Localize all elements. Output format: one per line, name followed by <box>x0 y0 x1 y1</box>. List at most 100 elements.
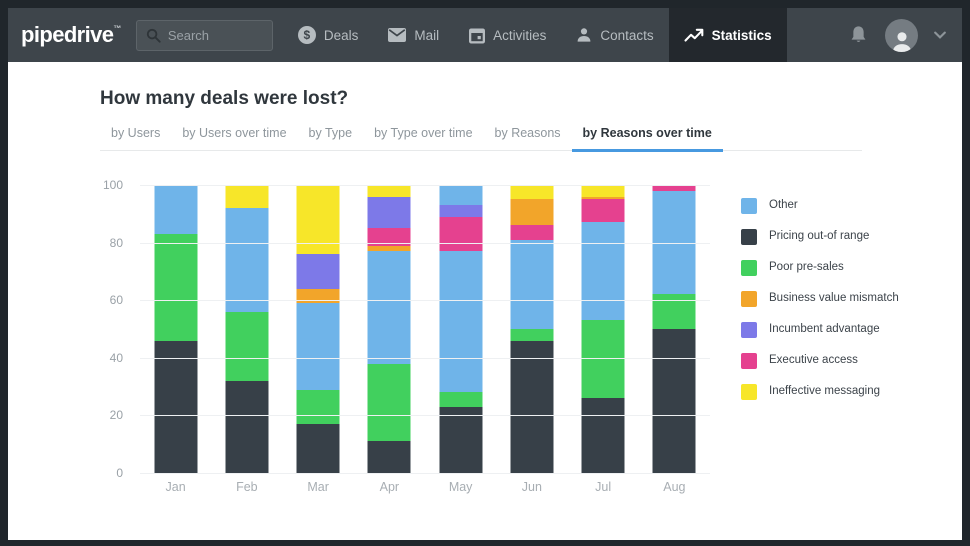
x-tick-label: Jul <box>595 480 612 494</box>
bar-segment-pricing[interactable] <box>652 329 696 473</box>
search-input[interactable] <box>167 27 258 43</box>
legend-item-other[interactable]: Other <box>741 198 919 214</box>
tab-by-type-over-time[interactable]: by Type over time <box>363 119 483 152</box>
stacked-bar-feb <box>225 185 269 473</box>
bar-segment-executive[interactable] <box>439 216 483 252</box>
nav-item-label: Deals <box>323 27 359 43</box>
tab-by-type[interactable]: by Type <box>298 119 364 152</box>
search-box[interactable] <box>135 19 273 51</box>
bar-segment-pricing[interactable] <box>367 441 411 473</box>
legend-item-business[interactable]: Business value mismatch <box>741 291 919 307</box>
gridline <box>140 357 710 359</box>
y-tick-label: 80 <box>109 235 123 250</box>
avatar[interactable] <box>885 18 918 52</box>
calendar-icon <box>469 27 486 44</box>
legend-label: Poor pre-sales <box>769 261 844 273</box>
x-axis: Jan Feb Mar Apr May Jun Jul Aug <box>140 480 710 494</box>
main-navigation: $ Deals Mail Activities Contacts Statistics <box>283 8 787 62</box>
y-tick-label: 20 <box>109 408 123 423</box>
legend-item-ineffective[interactable]: Ineffective messaging <box>741 384 919 400</box>
nav-item-label: Mail <box>414 27 440 43</box>
legend-label: Pricing out-of range <box>769 230 870 242</box>
bar-segment-poor[interactable] <box>367 363 411 442</box>
stacked-bar-jul <box>581 185 625 473</box>
main-content: How many deals were lost? by Users by Use… <box>8 62 962 540</box>
nav-item-statistics[interactable]: Statistics <box>668 8 787 62</box>
trademark-mark: ™ <box>113 24 121 33</box>
bar-segment-other[interactable] <box>367 251 411 364</box>
bar-segment-ineffective[interactable] <box>367 185 411 197</box>
nav-item-mail[interactable]: Mail <box>373 8 454 62</box>
bar-segment-pricing[interactable] <box>225 380 269 473</box>
chart-legend: Other Pricing out-of range Poor pre-sales B… <box>741 198 919 415</box>
legend-swatch-executive <box>741 353 757 369</box>
tab-by-reasons-over-time[interactable]: by Reasons over time <box>571 119 723 152</box>
bar-segment-executive[interactable] <box>510 225 554 240</box>
bar-segment-pricing[interactable] <box>296 424 340 473</box>
bar-segment-other[interactable] <box>581 222 625 321</box>
bar-segment-executive[interactable] <box>581 199 625 223</box>
mail-icon <box>388 28 407 42</box>
stacked-bar-jun <box>510 185 554 473</box>
tab-by-users[interactable]: by Users <box>100 119 171 152</box>
stacked-bar-aug <box>652 185 696 473</box>
gridline <box>140 300 710 302</box>
bar-segment-ineffective[interactable] <box>225 185 269 209</box>
app-window: pipedrive™ $ Deals Mail Activities Contacts S… <box>8 8 962 540</box>
bar-segment-other[interactable] <box>439 185 483 206</box>
legend-item-pricing[interactable]: Pricing out-of range <box>741 229 919 245</box>
nav-item-deals[interactable]: $ Deals <box>283 8 374 62</box>
bar-segment-poor[interactable] <box>581 320 625 399</box>
legend-swatch-business <box>741 291 757 307</box>
bell-icon[interactable] <box>848 24 869 46</box>
nav-item-label: Contacts <box>600 27 654 43</box>
bar-slot-feb <box>211 185 282 473</box>
bar-segment-other[interactable] <box>510 239 554 330</box>
y-tick-label: 100 <box>102 178 123 192</box>
bar-segment-other[interactable] <box>296 303 340 390</box>
bar-segment-pricing[interactable] <box>439 406 483 473</box>
bar-segment-ineffective[interactable] <box>510 185 554 200</box>
legend-item-executive[interactable]: Executive access <box>741 353 919 369</box>
gridline <box>140 242 710 244</box>
bar-series <box>140 185 710 473</box>
tab-by-users-over-time[interactable]: by Users over time <box>171 119 297 152</box>
legend-item-poor[interactable]: Poor pre-sales <box>741 260 919 276</box>
trend-icon <box>684 28 704 43</box>
stacked-bar-apr <box>367 185 411 473</box>
chevron-down-icon[interactable] <box>934 31 946 39</box>
legend-label: Ineffective messaging <box>769 385 881 397</box>
tab-by-reasons[interactable]: by Reasons <box>484 119 572 152</box>
bar-segment-poor[interactable] <box>225 311 269 381</box>
bar-segment-business[interactable] <box>510 199 554 226</box>
bar-segment-ineffective[interactable] <box>296 185 340 255</box>
legend-item-incumbent[interactable]: Incumbent advantage <box>741 322 919 338</box>
bar-segment-incumbent[interactable] <box>439 205 483 217</box>
bar-segment-other[interactable] <box>225 208 269 312</box>
legend-label: Other <box>769 199 798 211</box>
bar-segment-poor[interactable] <box>510 329 554 341</box>
nav-item-label: Statistics <box>711 27 772 43</box>
bar-segment-ineffective[interactable] <box>581 185 625 197</box>
bar-slot-jun <box>496 185 567 473</box>
bar-segment-pricing[interactable] <box>581 398 625 473</box>
page-title: How many deals were lost? <box>100 88 349 109</box>
bar-segment-pricing[interactable] <box>510 340 554 473</box>
x-tick-label: Jun <box>521 480 542 494</box>
bar-slot-aug <box>639 185 710 473</box>
bar-segment-other[interactable] <box>154 185 198 234</box>
bar-segment-poor[interactable] <box>154 233 198 341</box>
bar-segment-incumbent[interactable] <box>296 254 340 289</box>
gridline <box>140 473 710 474</box>
contact-icon <box>576 27 592 43</box>
bar-segment-incumbent[interactable] <box>367 196 411 229</box>
nav-item-contacts[interactable]: Contacts <box>561 8 668 62</box>
bar-segment-poor[interactable] <box>296 389 340 425</box>
bar-segment-poor[interactable] <box>439 392 483 407</box>
legend-swatch-pricing <box>741 229 757 245</box>
search-icon <box>146 28 161 43</box>
bar-segment-pricing[interactable] <box>154 340 198 473</box>
bar-segment-other[interactable] <box>439 251 483 393</box>
nav-item-activities[interactable]: Activities <box>454 8 561 62</box>
pipedrive-logo[interactable]: pipedrive™ <box>21 22 121 48</box>
